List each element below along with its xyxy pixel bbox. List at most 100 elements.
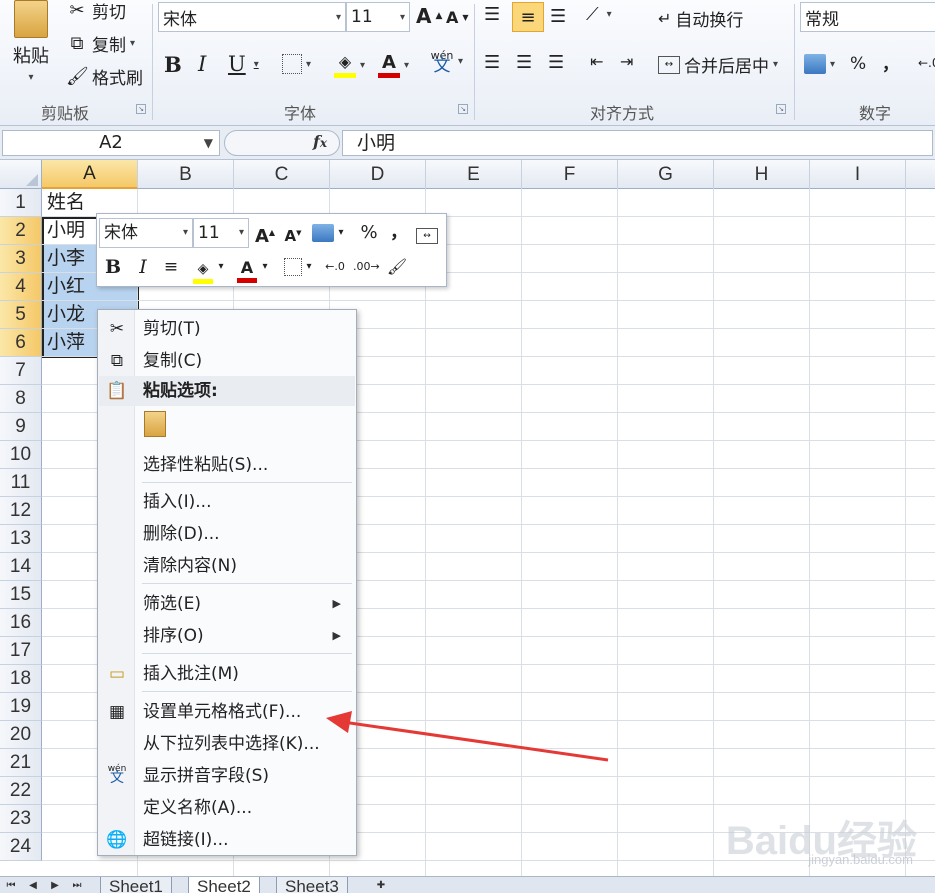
align-top-button[interactable]: ☰ (484, 4, 500, 25)
menu-item-sort[interactable]: 排序(O) ▶ (99, 621, 355, 651)
next-sheet-icon[interactable]: ▶ (48, 879, 62, 893)
insert-sheet-icon[interactable]: ✚ (370, 879, 392, 893)
mini-format-painter-button[interactable]: 🖌 (385, 254, 409, 280)
row-header-24[interactable]: 24 (0, 833, 42, 861)
column-header-c[interactable]: C (234, 160, 330, 189)
mini-fill-color-button[interactable]: ◈ (191, 254, 215, 284)
mini-font-color-button[interactable]: A (235, 254, 259, 283)
row-header-14[interactable]: 14 (0, 553, 42, 581)
italic-button[interactable]: I (198, 52, 206, 76)
menu-item-insert-comment[interactable]: ▭ 插入批注(M) (99, 659, 355, 689)
row-header-1[interactable]: 1 (0, 189, 42, 217)
bold-button[interactable]: B (164, 52, 182, 77)
chevron-down-icon[interactable]: ▾ (215, 254, 227, 280)
decrease-indent-button[interactable]: ⇤ (590, 52, 603, 71)
row-header-5[interactable]: 5 (0, 301, 42, 329)
row-header-11[interactable]: 11 (0, 469, 42, 497)
mini-decrease-decimal-button[interactable]: .00→ (353, 254, 380, 280)
mini-italic-button[interactable]: I (131, 254, 155, 280)
column-header-e[interactable]: E (426, 160, 522, 189)
row-header-18[interactable]: 18 (0, 665, 42, 693)
column-header-g[interactable]: G (618, 160, 714, 189)
prev-sheet-icon[interactable]: ◀ (26, 879, 40, 893)
menu-item-copy[interactable]: ⧉ 复制(C) (99, 346, 355, 376)
name-box[interactable]: A2 ▼ (2, 130, 220, 156)
underline-button[interactable]: U ▾ (228, 52, 259, 76)
column-header-f[interactable]: F (522, 160, 618, 189)
mini-grow-font-button[interactable]: A▲ (253, 220, 277, 247)
comma-button[interactable]: ， (882, 50, 899, 75)
row-header-19[interactable]: 19 (0, 693, 42, 721)
row-header-7[interactable]: 7 (0, 357, 42, 385)
dialog-launcher-icon[interactable]: ↘ (458, 104, 468, 114)
paste-button[interactable]: 粘贴 ▾ (6, 0, 56, 92)
chevron-down-icon[interactable]: ▾ (303, 254, 315, 280)
column-header-b[interactable]: B (138, 160, 234, 189)
select-all-button[interactable] (0, 160, 42, 189)
menu-item-clear-contents[interactable]: 清除内容(N) (99, 551, 355, 581)
column-header-i[interactable]: I (810, 160, 906, 189)
tab-sheet1[interactable]: Sheet1 (100, 877, 172, 893)
font-family-select[interactable]: 宋体 ▾ (158, 2, 346, 32)
wrap-text-button[interactable]: ↵ 自动换行 (658, 6, 743, 31)
mini-center-button[interactable]: ≡ (159, 254, 183, 280)
currency-button[interactable]: ▾ (804, 54, 835, 74)
row-header-4[interactable]: 4 (0, 273, 42, 301)
row-header-17[interactable]: 17 (0, 637, 42, 665)
cut-button[interactable]: ✂ 剪切 (66, 0, 126, 23)
tab-sheet2[interactable]: Sheet2 (188, 877, 260, 893)
row-header-23[interactable]: 23 (0, 805, 42, 833)
row-header-10[interactable]: 10 (0, 441, 42, 469)
row-header-20[interactable]: 20 (0, 721, 42, 749)
row-header-21[interactable]: 21 (0, 749, 42, 777)
dialog-launcher-icon[interactable]: ↘ (136, 104, 146, 114)
menu-item-delete[interactable]: 删除(D)... (99, 519, 355, 549)
menu-item-format-cells[interactable]: ▦ 设置单元格格式(F)... (99, 697, 355, 727)
menu-item-filter[interactable]: 筛选(E) ▶ (99, 589, 355, 619)
first-sheet-icon[interactable]: ⏮ (4, 879, 18, 893)
increase-indent-button[interactable]: ⇥ (620, 52, 633, 71)
align-right-button[interactable]: ☰ (548, 52, 564, 73)
last-sheet-icon[interactable]: ⏭ (70, 879, 84, 893)
menu-item-insert[interactable]: 插入(I)... (99, 487, 355, 517)
merge-center-button[interactable]: ↔ 合并后居中 ▾ (658, 52, 778, 77)
paste-option-button[interactable] (144, 411, 172, 441)
increase-decimal-button[interactable]: ←.0 (918, 56, 935, 70)
percent-button[interactable]: % (850, 54, 866, 74)
mini-shrink-font-button[interactable]: A▼ (281, 220, 305, 246)
column-header-h[interactable]: H (714, 160, 810, 189)
tab-sheet3[interactable]: Sheet3 (276, 877, 348, 893)
row-header-6[interactable]: 6 (0, 329, 42, 357)
dialog-launcher-icon[interactable]: ↘ (776, 104, 786, 114)
mini-borders-button[interactable] (281, 254, 305, 280)
row-header-9[interactable]: 9 (0, 413, 42, 441)
align-middle-button[interactable]: ≡ (512, 2, 544, 32)
mini-currency-button[interactable] (311, 220, 335, 246)
copy-button[interactable]: ⧉ 复制 ▾ (66, 31, 135, 57)
chevron-down-icon[interactable]: ▾ (335, 220, 347, 246)
menu-item-cut[interactable]: ✂ 剪切(T) (99, 314, 355, 344)
fill-color-button[interactable]: ◈ ▾ (334, 52, 365, 78)
mini-merge-button[interactable]: ↔ (415, 220, 439, 246)
borders-button[interactable]: ▾ (282, 54, 311, 74)
align-bottom-button[interactable]: ☰ (550, 6, 566, 27)
mini-bold-button[interactable]: B (101, 254, 125, 280)
row-header-2[interactable]: 2 (0, 217, 42, 245)
font-size-select[interactable]: 11 ▾ (346, 2, 410, 32)
row-header-12[interactable]: 12 (0, 497, 42, 525)
menu-item-phonetic[interactable]: wén 文 显示拼音字段(S) (99, 761, 355, 791)
grow-font-button[interactable]: A ▲ (416, 4, 442, 28)
mini-comma-button[interactable]: ， (387, 220, 411, 246)
mini-increase-decimal-button[interactable]: ←.0 (323, 254, 347, 280)
row-header-15[interactable]: 15 (0, 581, 42, 609)
align-left-button[interactable]: ☰ (484, 52, 500, 73)
mini-percent-button[interactable]: % (357, 220, 381, 246)
column-header-a[interactable]: A (42, 160, 138, 189)
menu-item-paste-special[interactable]: 选择性粘贴(S)... (99, 450, 355, 480)
formula-input[interactable]: 小明 (342, 130, 933, 156)
row-header-13[interactable]: 13 (0, 525, 42, 553)
mini-font-size-select[interactable]: 11 ▾ (193, 218, 249, 248)
align-center-button[interactable]: ☰ (516, 52, 532, 73)
column-header-d[interactable]: D (330, 160, 426, 189)
row-header-8[interactable]: 8 (0, 385, 42, 413)
